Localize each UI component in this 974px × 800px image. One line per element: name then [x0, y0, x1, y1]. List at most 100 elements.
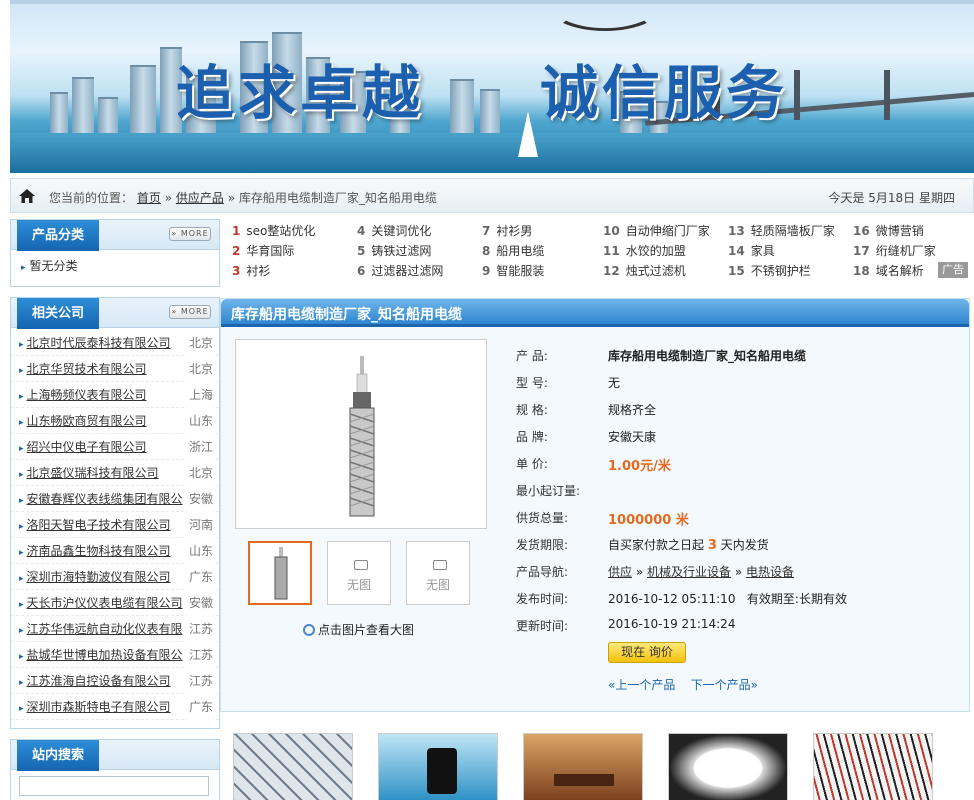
breadcrumb-current: 库存船用电缆制造厂家_知名船用电缆: [238, 191, 437, 205]
product-thumbnail-2[interactable]: 无图: [327, 541, 391, 605]
company-link[interactable]: 深圳市海特勤波仪有限公司: [27, 570, 171, 584]
nav-link-heating[interactable]: 电热设备: [746, 565, 794, 579]
product-detail-panel: 库存船用电缆制造厂家_知名船用电缆 无图 无图 点击图片查看大图 产 品: 库存船…: [220, 298, 970, 712]
company-region: 安徽: [186, 590, 213, 616]
keyword-link[interactable]: 11 水饺的加盟: [603, 242, 686, 259]
company-link[interactable]: 深圳市森斯特电子有限公司: [27, 700, 171, 714]
breadcrumb-prefix: 您当前的位置：: [49, 191, 134, 205]
keyword-link[interactable]: 14 家具: [728, 242, 775, 259]
prev-product-link[interactable]: «上一个产品: [608, 678, 675, 692]
company-row: 安徽春辉仪表线缆集团有限公安徽: [11, 486, 219, 512]
related-companies-header: 相关公司 » MORE: [11, 298, 219, 329]
next-product-link[interactable]: 下一个产品»: [691, 678, 758, 692]
keyword-link[interactable]: 4 关键词优化: [357, 222, 431, 239]
keyword-link[interactable]: 6 过滤器过滤网: [357, 262, 443, 279]
keyword-link[interactable]: 13 轻质隔墙板厂家: [728, 222, 835, 239]
product-thumbnail-1[interactable]: [248, 541, 312, 605]
product-category-header: 产品分类 » MORE: [11, 220, 219, 251]
company-link[interactable]: 江苏淮海自控设备有限公司: [27, 674, 171, 688]
product-pager: «上一个产品 下一个产品»: [608, 676, 758, 693]
company-region: 山东: [186, 538, 213, 564]
company-region: 上海: [186, 382, 213, 408]
company-link[interactable]: 江苏华伟远航自动化仪表有限: [27, 622, 183, 636]
site-search-title: 站内搜索: [17, 740, 99, 771]
company-region: 北京: [186, 330, 213, 356]
company-row: 江苏华伟远航自动化仪表有限江苏: [11, 616, 219, 642]
breadcrumb-home-link[interactable]: 首页: [137, 191, 161, 205]
camera-icon: [433, 560, 447, 570]
company-row: 盐城华世博电加热设备有限公江苏: [11, 642, 219, 668]
keyword-link[interactable]: 10 自动伸缩门厂家: [603, 222, 710, 239]
company-link[interactable]: 山东畅欧商贸有限公司: [27, 414, 147, 428]
keyword-link[interactable]: 1 seo整站优化: [232, 222, 315, 239]
company-link[interactable]: 济南品鑫生物科技有限公司: [27, 544, 171, 558]
company-region: 广东: [186, 564, 213, 590]
company-row: 深圳市森斯特电子有限公司 广东: [11, 694, 219, 720]
keyword-link[interactable]: 17 绗缝机厂家: [853, 242, 936, 259]
keyword-link[interactable]: 8 船用电缆: [482, 242, 544, 259]
product-thumbnail-3[interactable]: 无图: [406, 541, 470, 605]
keyword-link[interactable]: 9 智能服装: [482, 262, 544, 279]
related-companies-box: 相关公司 » MORE 北京时代辰泰科技有限公司北京 北京华贸技术有限公司北京 …: [10, 297, 220, 729]
cable-image: [349, 356, 375, 517]
company-link[interactable]: 盐城华世博电加热设备有限公: [27, 648, 183, 662]
company-region: 北京: [186, 460, 213, 486]
company-link[interactable]: 北京时代辰泰科技有限公司: [27, 336, 171, 350]
category-item[interactable]: 暂无分类: [11, 250, 219, 281]
product-model: 无: [608, 376, 621, 390]
site-search-input[interactable]: [19, 776, 209, 796]
magnifier-icon: [303, 624, 315, 636]
related-product-image-4[interactable]: [668, 733, 788, 800]
company-link[interactable]: 上海畅频仪表有限公司: [27, 388, 147, 402]
keyword-link[interactable]: 18 域名解析: [853, 262, 924, 279]
company-link[interactable]: 天长市沪仪仪表电缆有限公司: [27, 596, 183, 610]
site-search-box: 站内搜索: [10, 739, 220, 800]
company-link[interactable]: 洛阳天智电子技术有限公司: [27, 518, 171, 532]
breadcrumb-section-link[interactable]: 供应产品: [176, 191, 224, 205]
nav-link-supply[interactable]: 供应: [608, 565, 632, 579]
keyword-link[interactable]: 5 铸铁过滤网: [357, 242, 431, 259]
company-link[interactable]: 安徽春辉仪表线缆集团有限公: [27, 492, 183, 506]
inquire-now-button[interactable]: 现在 询价: [608, 642, 686, 663]
product-supply: 1000000 米: [608, 513, 689, 528]
home-icon[interactable]: [19, 189, 35, 203]
no-image-label: 无图: [346, 578, 371, 592]
company-link[interactable]: 北京华贸技术有限公司: [27, 362, 147, 376]
breadcrumb-separator: »: [164, 191, 173, 205]
keyword-link[interactable]: 15 不锈钢护栏: [728, 262, 811, 279]
camera-icon: [354, 560, 368, 570]
product-name: 库存船用电缆制造厂家_知名船用电缆: [608, 349, 807, 363]
banner-slogan-left: 追求卓越: [176, 59, 425, 127]
company-link[interactable]: 绍兴中仪电子有限公司: [27, 440, 147, 454]
keyword-link[interactable]: 12 烛式过滤机: [603, 262, 686, 279]
banner-slogan-right: 诚信服务: [540, 59, 789, 127]
phone-graphic: [427, 748, 457, 794]
keyword-link[interactable]: 2 华育国际: [232, 242, 294, 259]
companies-more-button[interactable]: » MORE: [169, 305, 211, 319]
company-row: 北京盛仪瑞科技有限公司 北京: [11, 460, 219, 486]
company-region: 安徽: [186, 486, 213, 512]
breadcrumb-path: 您当前的位置： 首页 » 供应产品 » 库存船用电缆制造厂家_知名船用电缆: [49, 189, 437, 206]
category-more-button[interactable]: » MORE: [169, 227, 211, 241]
related-product-image-5[interactable]: [813, 733, 933, 800]
site-search-header: 站内搜索: [11, 740, 219, 771]
zoom-hint: 点击图片查看大图: [318, 623, 415, 637]
company-region: 江苏: [186, 668, 213, 694]
product-category-title: 产品分类: [17, 220, 99, 251]
nav-link-machinery[interactable]: 机械及行业设备: [647, 565, 731, 579]
keyword-ad-grid: 1 seo整站优化 2 华育国际 3 衬衫 4 关键词优化 5 铸铁过滤网 6 过滤器过滤网…: [228, 220, 968, 280]
keyword-link[interactable]: 3 衬衫: [232, 262, 270, 279]
product-main-image[interactable]: [235, 339, 487, 529]
view-large-image-link[interactable]: 点击图片查看大图: [303, 621, 414, 638]
header-banner: ︶ 追求卓越 诚信服务: [10, 0, 974, 173]
company-region: 浙江: [186, 434, 213, 460]
related-product-image-3[interactable]: [523, 733, 643, 800]
related-product-image-1[interactable]: [233, 733, 353, 800]
keyword-link[interactable]: 16 微博营销: [853, 222, 924, 239]
breadcrumb: 您当前的位置： 首页 » 供应产品 » 库存船用电缆制造厂家_知名船用电缆 今天…: [10, 178, 974, 213]
banner-water: [10, 133, 974, 173]
company-row: 上海畅频仪表有限公司 上海: [11, 382, 219, 408]
company-link[interactable]: 北京盛仪瑞科技有限公司: [27, 466, 159, 480]
related-product-image-2[interactable]: [378, 733, 498, 800]
keyword-link[interactable]: 7 衬衫男: [482, 222, 532, 239]
